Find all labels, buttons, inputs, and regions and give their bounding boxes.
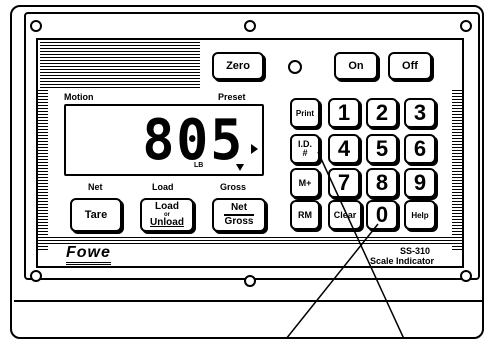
callout-line: [285, 223, 379, 339]
callout-lines: [285, 151, 405, 339]
